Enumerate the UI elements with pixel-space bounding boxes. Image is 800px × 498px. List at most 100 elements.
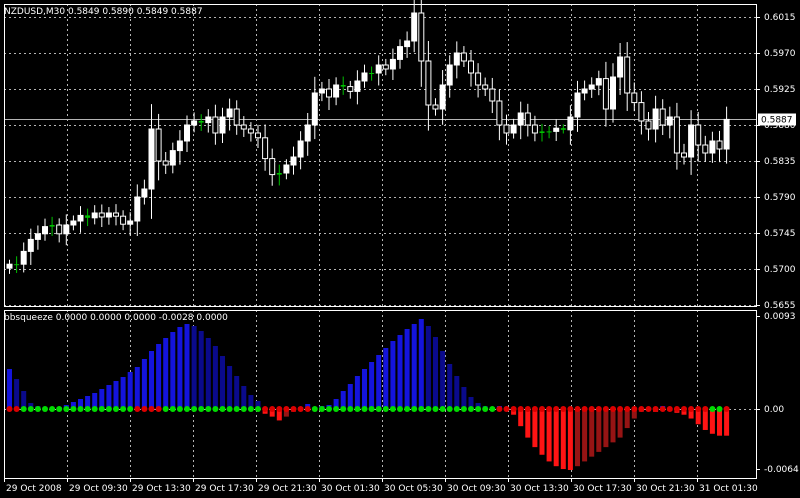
indicator-bar[interactable]	[582, 409, 588, 462]
candle[interactable]	[290, 146, 297, 175]
candle[interactable]	[311, 76, 318, 140]
candle[interactable]	[42, 218, 48, 241]
candle[interactable]	[262, 124, 269, 171]
candle[interactable]	[666, 106, 673, 139]
candle[interactable]	[191, 112, 198, 133]
indicator-bar[interactable]	[163, 338, 169, 409]
candle[interactable]	[510, 118, 517, 139]
candle[interactable]	[113, 204, 119, 226]
candle[interactable]	[723, 106, 730, 164]
candle[interactable]	[588, 77, 595, 98]
candle[interactable]	[333, 77, 340, 106]
candle[interactable]	[63, 214, 70, 246]
indicator-bar[interactable]	[418, 319, 424, 409]
candle[interactable]	[482, 77, 489, 97]
indicator-bar[interactable]	[106, 385, 112, 409]
candle[interactable]	[127, 212, 134, 236]
indicator-bar[interactable]	[546, 409, 552, 462]
candle[interactable]	[120, 210, 127, 231]
candle[interactable]	[162, 152, 169, 174]
candle[interactable]	[85, 208, 91, 227]
candle[interactable]	[631, 82, 638, 112]
indicator-bar[interactable]	[617, 409, 623, 438]
candle[interactable]	[468, 49, 474, 87]
candle[interactable]	[347, 80, 354, 99]
candle[interactable]	[369, 66, 375, 81]
candle[interactable]	[418, 0, 425, 87]
candle[interactable]	[709, 131, 716, 163]
indicator-bar[interactable]	[205, 338, 211, 409]
indicator-bar[interactable]	[127, 372, 133, 409]
indicator-bar[interactable]	[134, 367, 140, 409]
candle[interactable]	[446, 55, 453, 98]
indicator-bar[interactable]	[141, 359, 147, 409]
candle[interactable]	[283, 159, 290, 180]
candle[interactable]	[624, 42, 631, 111]
indicator-bar[interactable]	[347, 384, 353, 409]
indicator-bar[interactable]	[220, 356, 225, 409]
indicator-bar[interactable]	[553, 409, 559, 467]
candle[interactable]	[148, 104, 155, 219]
candle[interactable]	[602, 61, 609, 127]
indicator-bar[interactable]	[234, 376, 240, 409]
indicator-bars-layer[interactable]	[7, 319, 730, 470]
candle[interactable]	[524, 103, 531, 137]
candle[interactable]	[439, 70, 446, 125]
candle[interactable]	[297, 131, 304, 170]
indicator-bar[interactable]	[191, 326, 197, 409]
candle[interactable]	[702, 135, 709, 162]
indicator-bar[interactable]	[383, 348, 389, 409]
candle[interactable]	[269, 148, 276, 186]
indicator-bar[interactable]	[362, 369, 367, 409]
price-axis[interactable]: 0.60150.59700.59250.58800.58350.57900.57…	[756, 13, 796, 311]
candle[interactable]	[34, 225, 41, 250]
candle[interactable]	[155, 113, 162, 181]
indicator-bar[interactable]	[7, 369, 12, 409]
candle[interactable]	[645, 112, 652, 141]
candle[interactable]	[453, 41, 460, 79]
candle[interactable]	[184, 115, 190, 152]
indicator-bar[interactable]	[717, 409, 722, 436]
indicator-bar[interactable]	[724, 409, 730, 436]
candle[interactable]	[20, 242, 27, 273]
candle[interactable]	[198, 114, 204, 131]
indicator-bar[interactable]	[14, 379, 20, 409]
indicator-bar[interactable]	[376, 355, 382, 409]
candle[interactable]	[354, 70, 361, 105]
candle[interactable]	[610, 63, 616, 123]
candle[interactable]	[382, 58, 389, 76]
candle[interactable]	[98, 204, 105, 227]
candle[interactable]	[340, 76, 346, 95]
indicator-bar[interactable]	[702, 409, 708, 430]
indicator-bar[interactable]	[212, 346, 218, 409]
indicator-bar[interactable]	[596, 409, 602, 452]
candle[interactable]	[27, 228, 34, 265]
candle[interactable]	[176, 130, 183, 165]
candle[interactable]	[205, 109, 212, 133]
indicator-bar[interactable]	[532, 409, 538, 448]
candle[interactable]	[489, 77, 496, 114]
candle[interactable]	[460, 46, 467, 67]
candle[interactable]	[318, 81, 325, 102]
indicator-bar[interactable]	[390, 341, 396, 409]
indicator-bar[interactable]	[149, 351, 154, 409]
candle[interactable]	[617, 43, 624, 95]
candle[interactable]	[432, 98, 439, 116]
candle[interactable]	[219, 107, 226, 143]
candle[interactable]	[574, 80, 581, 132]
candle[interactable]	[673, 102, 680, 170]
candle[interactable]	[496, 89, 503, 141]
candle[interactable]	[276, 164, 282, 186]
candle[interactable]	[425, 40, 432, 131]
candles-layer[interactable]	[6, 0, 730, 274]
indicator-bar[interactable]	[567, 409, 573, 470]
indicator-bar[interactable]	[411, 324, 417, 409]
candle[interactable]	[475, 63, 482, 98]
candle[interactable]	[716, 130, 723, 163]
indicator-bar[interactable]	[440, 351, 446, 409]
candle[interactable]	[212, 104, 219, 145]
indicator-bar[interactable]	[184, 324, 190, 409]
indicator-bar[interactable]	[120, 377, 126, 409]
indicator-bar[interactable]	[397, 335, 403, 409]
indicator-bar[interactable]	[227, 366, 233, 409]
